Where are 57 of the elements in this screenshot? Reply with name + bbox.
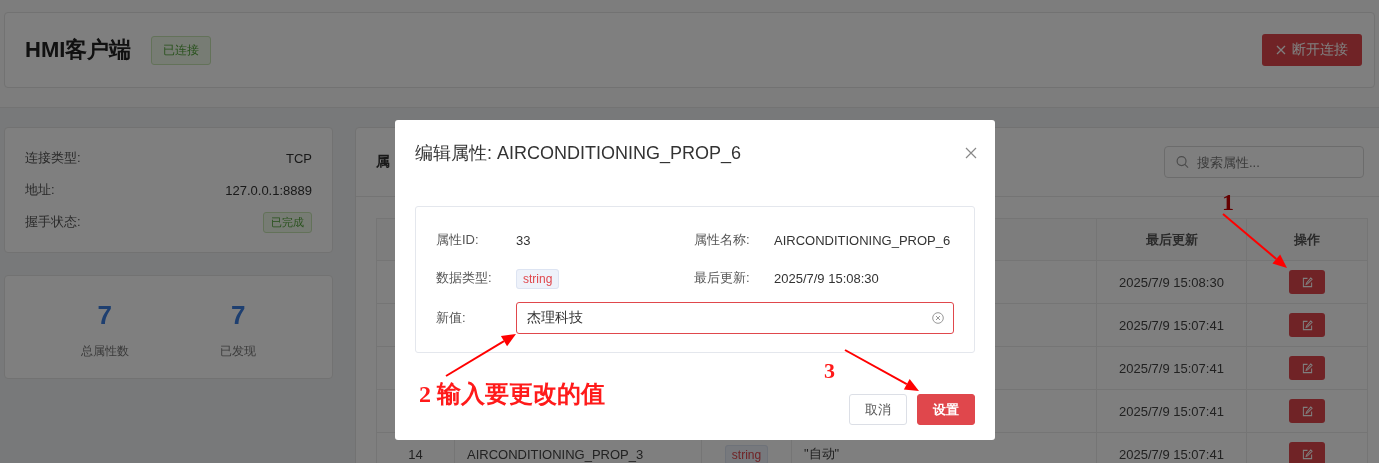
info-value: TCP <box>286 150 312 166</box>
updated-time: 2025/7/9 15:07:41 <box>1119 403 1224 419</box>
annotation-label: 1 <box>1222 190 1234 214</box>
updated-time: 2025/7/9 15:07:41 <box>1119 360 1224 376</box>
info-label: 握手状态: <box>25 213 81 231</box>
stat-label: 总属性数 <box>80 343 129 360</box>
info-label: 地址: <box>25 181 55 199</box>
property-value: "自动" <box>804 446 840 461</box>
edit-icon <box>1301 276 1313 288</box>
column-header: 最后更新 <box>1096 218 1247 261</box>
app-title: HMI客户端 <box>25 36 132 64</box>
close-icon <box>1276 45 1286 55</box>
property-name: AIRCONDITIONING_PROP_3 <box>467 446 644 462</box>
annotation-arrow <box>1222 213 1287 268</box>
field-label: 最后更新: <box>694 269 751 287</box>
updated-time: 2025/7/9 15:08:30 <box>1119 274 1224 290</box>
edit-button[interactable] <box>1289 270 1325 294</box>
updated-time: 2025/7/9 15:07:41 <box>1119 446 1224 462</box>
confirm-button[interactable]: 设置 <box>917 394 975 425</box>
annotation-arrow <box>445 334 516 377</box>
field-value: 2025/7/9 15:08:30 <box>774 271 879 286</box>
edit-icon <box>1301 362 1313 374</box>
field-label: 属性名称: <box>694 231 751 249</box>
info-value: 127.0.0.1:8889 <box>225 182 312 198</box>
status-tag: 已连接 <box>151 35 212 65</box>
stat-value: 7 <box>97 300 112 331</box>
stat-value: 7 <box>231 300 246 331</box>
value-input[interactable]: 杰理科技 <box>516 302 954 334</box>
edit-icon <box>1301 319 1313 331</box>
search-field[interactable]: 搜索属性... <box>1164 146 1364 178</box>
field-label: 属性ID: <box>436 231 480 249</box>
field-label: 新值: <box>436 309 467 327</box>
type-tag: string <box>724 444 769 463</box>
cancel-button[interactable]: 取消 <box>849 394 907 425</box>
status-tag: 已完成 <box>263 211 312 233</box>
search-icon <box>1176 155 1189 169</box>
panel-title: 属 <box>376 153 390 171</box>
stat-label: 已发现 <box>220 343 257 360</box>
edit-button[interactable] <box>1289 399 1325 423</box>
annotation-label: 2 输入要更改的值 <box>419 382 605 406</box>
updated-time: 2025/7/9 15:07:41 <box>1119 317 1224 333</box>
annotation-label: 3 <box>824 360 835 382</box>
edit-icon <box>1301 405 1313 417</box>
row-index: 14 <box>408 446 423 462</box>
close-button[interactable] <box>964 146 978 160</box>
clear-icon[interactable] <box>932 312 944 324</box>
dialog-title: 编辑属性: AIRCONDITIONING_PROP_6 <box>415 142 742 165</box>
field-value: 33 <box>516 233 531 248</box>
edit-button[interactable] <box>1289 442 1325 463</box>
field-value: AIRCONDITIONING_PROP_6 <box>774 233 951 248</box>
field-label: 数据类型: <box>436 269 493 287</box>
column-header: 操作 <box>1246 218 1368 261</box>
edit-button[interactable] <box>1289 313 1325 337</box>
type-tag: string <box>516 269 560 289</box>
info-label: 连接类型: <box>25 149 81 167</box>
edit-icon <box>1301 448 1313 460</box>
edit-button[interactable] <box>1289 356 1325 380</box>
